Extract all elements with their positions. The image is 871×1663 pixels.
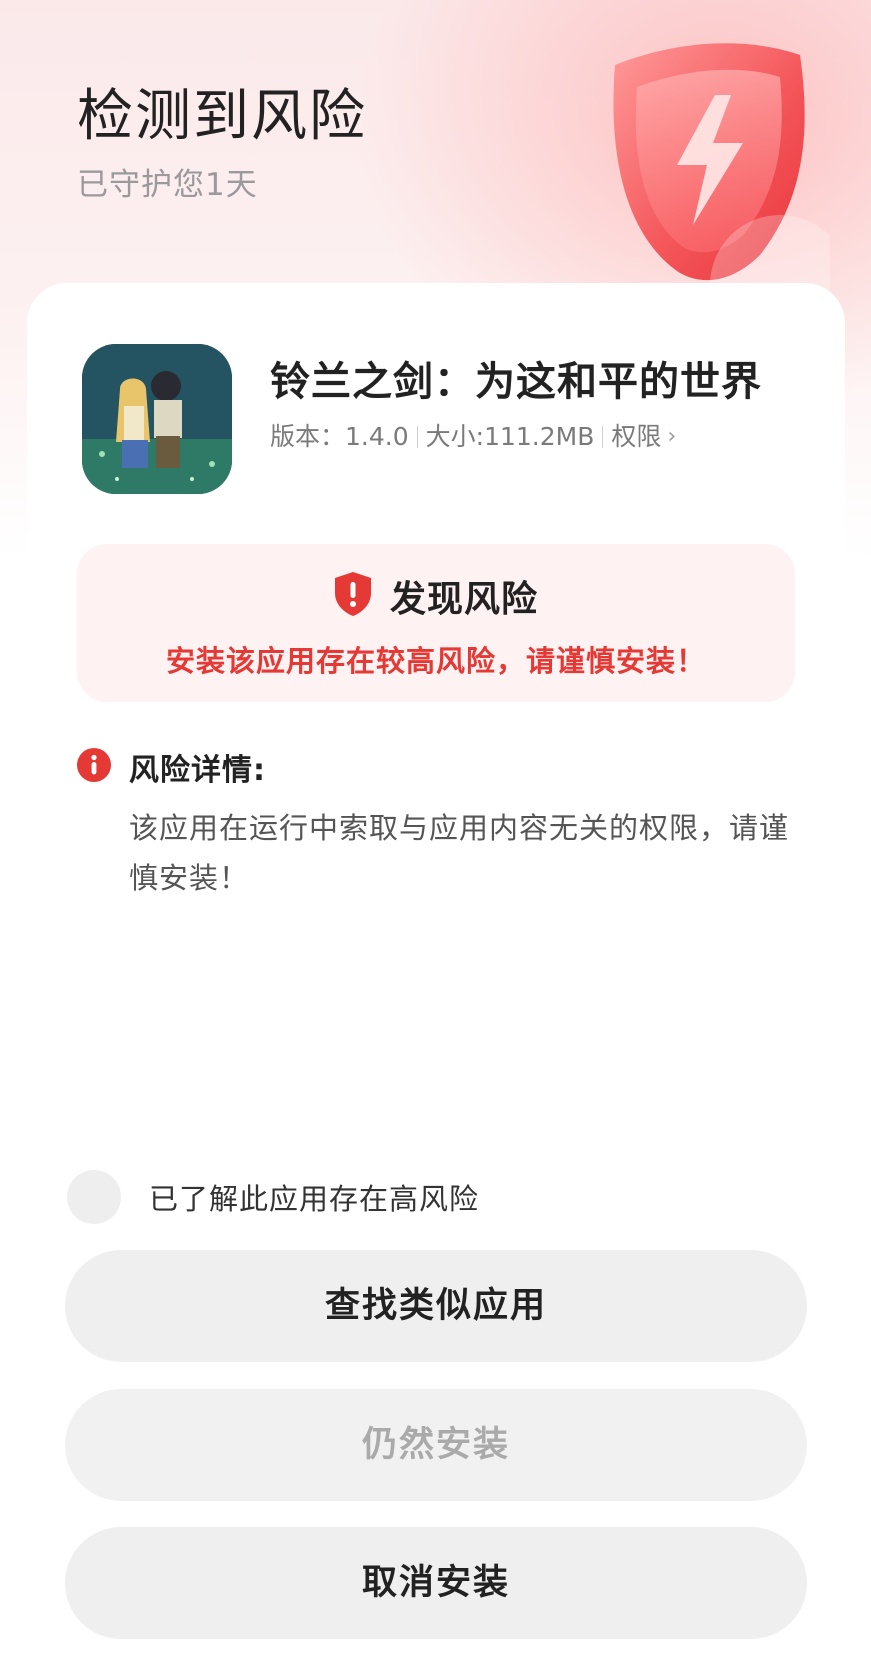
acknowledge-risk-checkbox[interactable]: 已了解此应用存在高风险 — [67, 1170, 479, 1224]
app-meta-row: 版本： 1.4.0 大小: 111.2MB 权限 › — [270, 420, 676, 454]
info-alert-icon — [77, 748, 111, 786]
risk-details-title: 风险详情: — [129, 753, 266, 788]
risk-banner: 发现风险 安装该应用存在较高风险，请谨慎安装！ — [77, 544, 795, 702]
risk-warning-page: 检测到风险 已守护您1天 铃兰之剑：为这和平的世界 版本： 1.4.0 大小: … — [0, 0, 871, 1663]
size-value: 111.2MB — [484, 422, 595, 451]
warning-shield-icon — [334, 571, 372, 621]
find-similar-apps-button[interactable]: 查找类似应用 — [65, 1250, 807, 1362]
risk-banner-header: 发现风险 — [77, 570, 795, 622]
meta-divider — [416, 426, 418, 448]
version-label: 版本： — [270, 422, 346, 451]
risk-banner-message: 安装该应用存在较高风险，请谨慎安装！ — [165, 644, 706, 678]
app-name: 铃兰之剑：为这和平的世界 — [270, 359, 762, 405]
permissions-label: 权限 — [611, 422, 662, 451]
permissions-link[interactable]: 权限 › — [611, 420, 676, 454]
meta-divider — [602, 426, 604, 448]
risk-details-header: 风险详情: — [77, 745, 807, 789]
version-value: 1.4.0 — [345, 422, 409, 451]
size-label: 大小: — [425, 422, 485, 451]
install-anyway-button[interactable]: 仍然安装 — [65, 1389, 807, 1501]
app-icon — [82, 344, 232, 494]
risk-details-text: 该应用在运行中索取与应用内容无关的权限，请谨慎安装！ — [129, 811, 790, 895]
page-title: 检测到风险 — [77, 84, 367, 149]
checkbox-circle-icon[interactable] — [67, 1170, 121, 1224]
acknowledge-label: 已了解此应用存在高风险 — [149, 1182, 480, 1216]
shield-lightning-icon — [585, 25, 850, 355]
chevron-right-icon: › — [667, 424, 677, 449]
risk-banner-title: 发现风险 — [389, 579, 538, 620]
cancel-install-button[interactable]: 取消安装 — [65, 1527, 807, 1639]
risk-details: 风险详情: 该应用在运行中索取与应用内容无关的权限，请谨慎安装！ — [77, 745, 807, 903]
protection-days-text: 已守护您1天 — [77, 167, 258, 203]
